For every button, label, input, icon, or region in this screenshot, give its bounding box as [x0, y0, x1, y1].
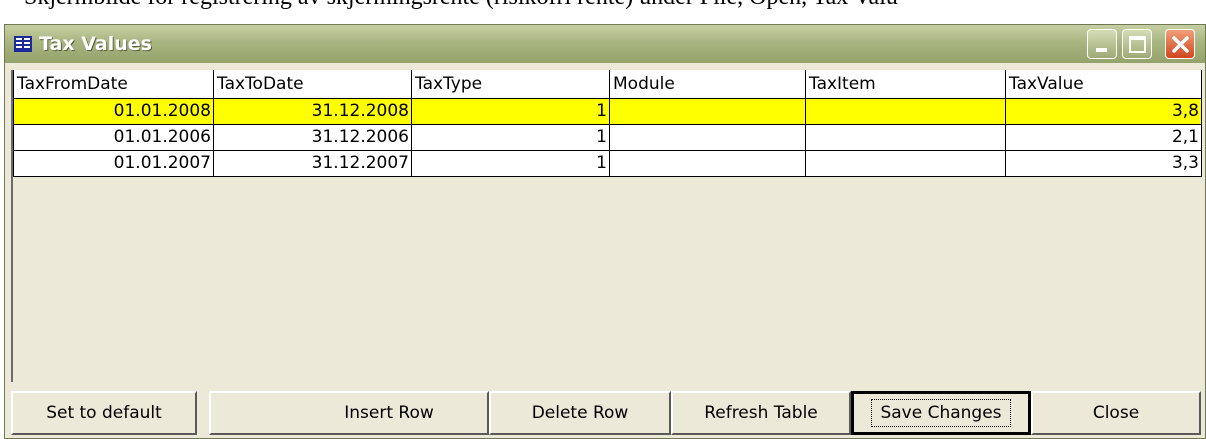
cell-taxvalue[interactable]: 2,1 — [1005, 123, 1202, 151]
insert-row-label: Insert Row — [344, 403, 434, 423]
delete-row-label: Delete Row — [531, 403, 629, 423]
minimize-icon — [1096, 48, 1107, 52]
cell-module[interactable] — [609, 97, 806, 125]
table-row[interactable]: 01.01.2008 31.12.2008 1 3,8 — [13, 97, 1202, 125]
window-title: Tax Values — [39, 33, 152, 55]
cell-taxtype[interactable]: 1 — [411, 149, 610, 177]
save-changes-label: Save Changes — [871, 399, 1011, 427]
delete-row-button[interactable]: Delete Row — [489, 391, 671, 435]
close-button[interactable]: Close — [1031, 391, 1201, 435]
cell-taxtype[interactable]: 1 — [411, 123, 610, 151]
close-window-button[interactable] — [1165, 29, 1195, 59]
column-header-taxtype[interactable]: TaxType — [411, 70, 610, 99]
insert-row-button[interactable]: Insert Row — [209, 391, 489, 435]
table-window-icon — [13, 35, 33, 53]
cell-taxtype[interactable]: 1 — [411, 97, 610, 125]
cell-taxtodate[interactable]: 31.12.2007 — [213, 149, 412, 177]
cell-taxfromdate[interactable]: 01.01.2008 — [13, 97, 214, 125]
cell-taxvalue[interactable]: 3,8 — [1005, 97, 1202, 125]
save-changes-button[interactable]: Save Changes — [851, 391, 1031, 435]
cell-taxitem[interactable] — [805, 97, 1006, 125]
header-row: TaxFromDate TaxToDate TaxType Module Tax… — [13, 70, 1202, 99]
cell-taxfromdate[interactable]: 01.01.2007 — [13, 149, 214, 177]
close-label: Close — [1092, 403, 1140, 423]
cell-taxtodate[interactable]: 31.12.2006 — [213, 123, 412, 151]
tax-values-window: Tax Values TaxFromDate TaxToDate TaxType… — [4, 24, 1206, 439]
minimize-button[interactable] — [1087, 29, 1117, 59]
button-bar: Set to default Insert Row Delete Row Ref… — [11, 391, 1203, 437]
cell-taxvalue[interactable]: 3,3 — [1005, 149, 1202, 177]
cell-module[interactable] — [609, 149, 806, 177]
close-icon — [1172, 36, 1189, 53]
title-bar[interactable]: Tax Values — [5, 25, 1205, 63]
maximize-icon — [1129, 36, 1146, 53]
refresh-table-label: Refresh Table — [704, 403, 818, 423]
column-header-taxfromdate[interactable]: TaxFromDate — [13, 70, 214, 99]
cell-taxtodate[interactable]: 31.12.2008 — [213, 97, 412, 125]
column-header-module[interactable]: Module — [609, 70, 806, 99]
cell-taxfromdate[interactable]: 01.01.2006 — [13, 123, 214, 151]
cell-module[interactable] — [609, 123, 806, 151]
column-header-taxtodate[interactable]: TaxToDate — [213, 70, 412, 99]
refresh-table-button[interactable]: Refresh Table — [671, 391, 851, 435]
cell-taxitem[interactable] — [805, 123, 1006, 151]
column-header-taxitem[interactable]: TaxItem — [805, 70, 1006, 99]
tax-values-grid[interactable]: TaxFromDate TaxToDate TaxType Module Tax… — [11, 70, 1205, 382]
table-row[interactable]: 01.01.2007 31.12.2007 1 3,3 — [13, 149, 1202, 177]
set-to-default-label: Set to default — [46, 403, 162, 423]
document-text-fragment: Skjermbilde for registrering av skjermin… — [24, 0, 1206, 10]
set-to-default-button[interactable]: Set to default — [11, 391, 197, 435]
maximize-button[interactable] — [1122, 29, 1152, 59]
tax-values-table: TaxFromDate TaxToDate TaxType Module Tax… — [13, 70, 1202, 177]
cell-taxitem[interactable] — [805, 149, 1006, 177]
table-row[interactable]: 01.01.2006 31.12.2006 1 2,1 — [13, 123, 1202, 151]
column-header-taxvalue[interactable]: TaxValue — [1005, 70, 1202, 99]
